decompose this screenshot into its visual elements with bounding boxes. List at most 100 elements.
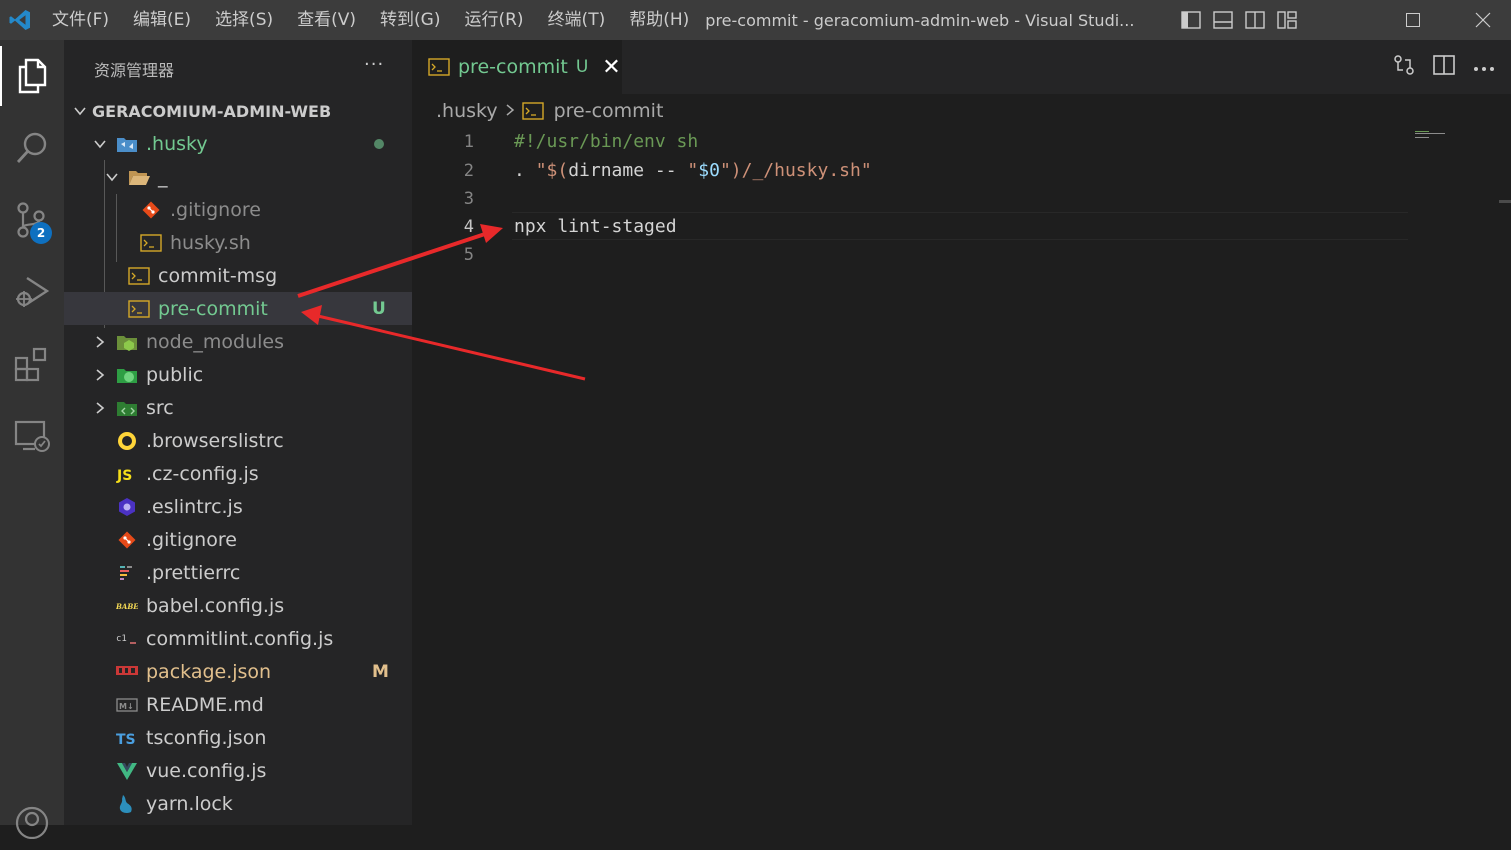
shell-icon xyxy=(521,100,544,122)
tree-file-browserslistrc[interactable]: .browserslistrc xyxy=(64,424,412,457)
tree-folder-public[interactable]: public xyxy=(64,358,412,391)
tree-file-commitlint-config[interactable]: c1 commitlint.config.js xyxy=(64,622,412,655)
tree-file-husky-sh[interactable]: husky.sh xyxy=(64,226,412,259)
tree-item-label: .eslintrc.js xyxy=(146,495,243,518)
menu-terminal[interactable]: 终端(T) xyxy=(536,0,618,40)
tree-file-tsconfig[interactable]: TS tsconfig.json xyxy=(64,721,412,754)
tree-item-label: pre-commit xyxy=(158,297,268,320)
source-control-badge: 2 xyxy=(30,222,52,244)
remote-explorer-icon[interactable] xyxy=(0,406,64,466)
breadcrumb-file[interactable]: pre-commit xyxy=(554,100,664,122)
editor-actions xyxy=(1393,54,1495,80)
tree-folder-node-modules[interactable]: node_modules xyxy=(64,325,412,358)
line-number: 4 xyxy=(463,217,474,237)
scrollbar-cursor-marker xyxy=(1499,200,1511,203)
close-tab-icon[interactable]: ✕ xyxy=(602,55,620,80)
untracked-dot xyxy=(374,138,384,149)
tree-item-label: tsconfig.json xyxy=(146,726,267,749)
chevron-down-icon xyxy=(104,169,120,185)
tree-file-cz-config[interactable]: JS .cz-config.js xyxy=(64,457,412,490)
code-line: 4 npx lint-staged xyxy=(412,213,1412,241)
tree-file-eslintrc[interactable]: .eslintrc.js xyxy=(64,490,412,523)
breadcrumb-folder[interactable]: .husky xyxy=(436,100,498,122)
line-text: . "$(dirname -- "$0")/_/husky.sh" xyxy=(514,160,872,181)
editor-area: pre-commit U ✕ .husky pre-commit 1 #!/us… xyxy=(412,40,1511,825)
account-icon[interactable] xyxy=(0,790,64,850)
menu-go[interactable]: 转到(G) xyxy=(368,0,452,40)
tree-folder-src[interactable]: src xyxy=(64,391,412,424)
line-number: 1 xyxy=(463,132,474,152)
open-changes-icon[interactable] xyxy=(1393,54,1415,80)
tree-file-gitignore[interactable]: .gitignore xyxy=(64,523,412,556)
activity-bar: 2 xyxy=(0,40,64,839)
line-number: 2 xyxy=(463,161,474,181)
tree-item-label: commit-msg xyxy=(158,264,278,287)
run-debug-icon[interactable] xyxy=(0,262,64,322)
toggle-secondary-sidebar-icon[interactable] xyxy=(1244,10,1266,30)
customize-layout-icon[interactable] xyxy=(1276,10,1298,30)
js-icon: JS xyxy=(116,463,138,485)
maximize-icon[interactable] xyxy=(1390,0,1436,40)
split-editor-icon[interactable] xyxy=(1433,55,1455,79)
shell-icon xyxy=(128,298,150,320)
prettier-icon xyxy=(116,562,138,584)
code-line: 2 . "$(dirname -- "$0")/_/husky.sh" xyxy=(412,157,1412,185)
tree-file-babel-config[interactable]: BABEL babel.config.js xyxy=(64,589,412,622)
menu-help[interactable]: 帮助(H) xyxy=(617,0,701,40)
menu-run[interactable]: 运行(R) xyxy=(452,0,535,40)
toggle-primary-sidebar-icon[interactable] xyxy=(1180,10,1202,30)
tree-item-label: .husky xyxy=(146,132,208,155)
tree-folder-underscore[interactable]: _ xyxy=(64,160,412,193)
source-control-icon[interactable] xyxy=(0,190,64,250)
chevron-right-icon xyxy=(92,334,108,350)
more-actions-icon[interactable]: ··· xyxy=(364,54,384,75)
commitlint-icon: c1 xyxy=(116,628,138,650)
git-icon xyxy=(116,529,138,551)
tree-file-gitignore-nested[interactable]: .gitignore xyxy=(64,193,412,226)
more-actions-icon[interactable] xyxy=(1473,58,1495,77)
toggle-panel-icon[interactable] xyxy=(1212,10,1234,30)
tab-pre-commit[interactable]: pre-commit U ✕ xyxy=(412,40,622,94)
folder-open-icon xyxy=(128,166,150,188)
shell-icon xyxy=(128,265,150,287)
line-text: #!/usr/bin/env sh xyxy=(514,131,699,152)
window-title: pre-commit - geracomium-admin-web - Visu… xyxy=(705,10,1135,30)
svg-text:M↓: M↓ xyxy=(119,702,134,711)
menu-file[interactable]: 文件(F) xyxy=(40,0,121,40)
tree-item-label: public xyxy=(146,363,204,386)
sidebar-title: 资源管理器 xyxy=(94,61,175,80)
tree-folder-husky[interactable]: .husky xyxy=(64,127,412,160)
menu-edit[interactable]: 编辑(E) xyxy=(121,0,203,40)
code-line: 3 xyxy=(412,185,1412,213)
tree-file-package-json[interactable]: package.json M xyxy=(64,655,412,688)
tree-file-vue-config[interactable]: vue.config.js xyxy=(64,754,412,787)
project-root-header[interactable]: GERACOMIUM-ADMIN-WEB xyxy=(72,98,331,124)
tab-label: pre-commit xyxy=(458,56,568,78)
close-window-icon[interactable] xyxy=(1460,0,1506,40)
tree-item-label: node_modules xyxy=(146,330,285,353)
tree-file-yarn-lock[interactable]: yarn.lock xyxy=(64,787,412,820)
line-number: 3 xyxy=(463,189,474,209)
tree-file-commit-msg[interactable]: commit-msg xyxy=(64,259,412,292)
tree-item-label: src xyxy=(146,396,174,419)
chevron-down-icon xyxy=(72,103,88,119)
chevron-right-icon xyxy=(504,100,516,122)
yarn-icon xyxy=(116,793,138,815)
minimap[interactable] xyxy=(1415,126,1505,138)
tree-file-readme[interactable]: M↓ README.md xyxy=(64,688,412,721)
git-status-badge: U xyxy=(372,298,386,319)
tree-item-label: README.md xyxy=(146,693,264,716)
layout-controls xyxy=(1180,0,1298,40)
git-status-badge: M xyxy=(372,661,389,682)
search-icon[interactable] xyxy=(0,118,64,178)
project-name: GERACOMIUM-ADMIN-WEB xyxy=(92,101,332,121)
typescript-icon: TS xyxy=(116,727,138,749)
menu-view[interactable]: 查看(V) xyxy=(285,0,368,40)
explorer-icon[interactable] xyxy=(0,46,64,106)
markdown-icon: M↓ xyxy=(116,694,138,716)
menu-selection[interactable]: 选择(S) xyxy=(203,0,285,40)
npm-icon xyxy=(116,661,138,683)
tree-file-prettierrc[interactable]: .prettierrc xyxy=(64,556,412,589)
extensions-icon[interactable] xyxy=(0,334,64,394)
tree-file-pre-commit[interactable]: pre-commit U xyxy=(64,292,412,325)
